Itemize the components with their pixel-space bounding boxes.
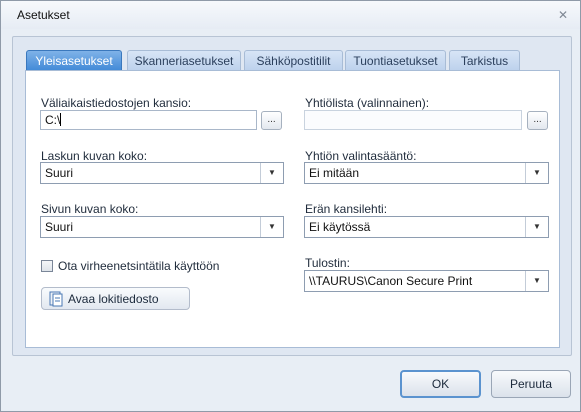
chevron-down-icon[interactable]: ▼ [260, 163, 283, 183]
page-image-size-label: Sivun kuvan koko: [41, 202, 139, 216]
chevron-down-icon[interactable]: ▼ [525, 271, 548, 291]
page-image-size-select[interactable]: Suuri ▼ [40, 216, 284, 238]
temp-folder-label: Väliaikaistiedostojen kansio: [41, 96, 192, 110]
company-list-input[interactable] [304, 110, 522, 130]
open-log-label: Avaa lokitiedosto [68, 292, 159, 306]
company-rule-select[interactable]: Ei mitään ▼ [304, 162, 549, 184]
tab-general[interactable]: Yleisasetukset [26, 50, 122, 72]
window-title: Asetukset [17, 8, 70, 22]
invoice-image-size-select[interactable]: Suuri ▼ [40, 162, 284, 184]
printer-select[interactable]: \\TAURUS\Canon Secure Print ▼ [304, 270, 549, 292]
document-icon [49, 291, 63, 307]
chevron-down-icon[interactable]: ▼ [525, 217, 548, 237]
company-list-label: Yhtiölista (valinnainen): [305, 96, 430, 110]
close-icon[interactable]: ✕ [556, 8, 570, 22]
printer-label: Tulostin: [305, 256, 350, 270]
tab-import[interactable]: Tuontiasetukset [345, 50, 446, 71]
company-rule-label: Yhtiön valintasääntö: [305, 149, 417, 163]
tab-email-accounts[interactable]: Sähköpostitilit [244, 50, 343, 71]
debug-mode-checkbox[interactable] [41, 260, 53, 272]
temp-folder-browse-button[interactable]: ... [261, 111, 282, 130]
batch-cover-select[interactable]: Ei käytössä ▼ [304, 216, 549, 238]
tab-validation[interactable]: Tarkistus [449, 50, 520, 71]
cancel-button[interactable]: Peruuta [491, 370, 571, 398]
invoice-image-size-label: Laskun kuvan koko: [41, 149, 148, 163]
company-list-browse-button[interactable]: ... [527, 111, 548, 130]
settings-dialog: Asetukset ✕ Yleisasetukset Skanneriasetu… [0, 0, 581, 412]
ok-button[interactable]: OK [400, 370, 481, 398]
title-bar: Asetukset ✕ [1, 1, 580, 29]
tab-scanner[interactable]: Skanneriasetukset [127, 50, 241, 71]
chevron-down-icon[interactable]: ▼ [260, 217, 283, 237]
debug-mode-label[interactable]: Ota virheenetsintätila käyttöön [58, 259, 219, 273]
temp-folder-input[interactable]: C:\ [40, 110, 257, 130]
open-log-button[interactable]: Avaa lokitiedosto [41, 287, 190, 310]
batch-cover-label: Erän kansilehti: [305, 202, 388, 216]
chevron-down-icon[interactable]: ▼ [525, 163, 548, 183]
